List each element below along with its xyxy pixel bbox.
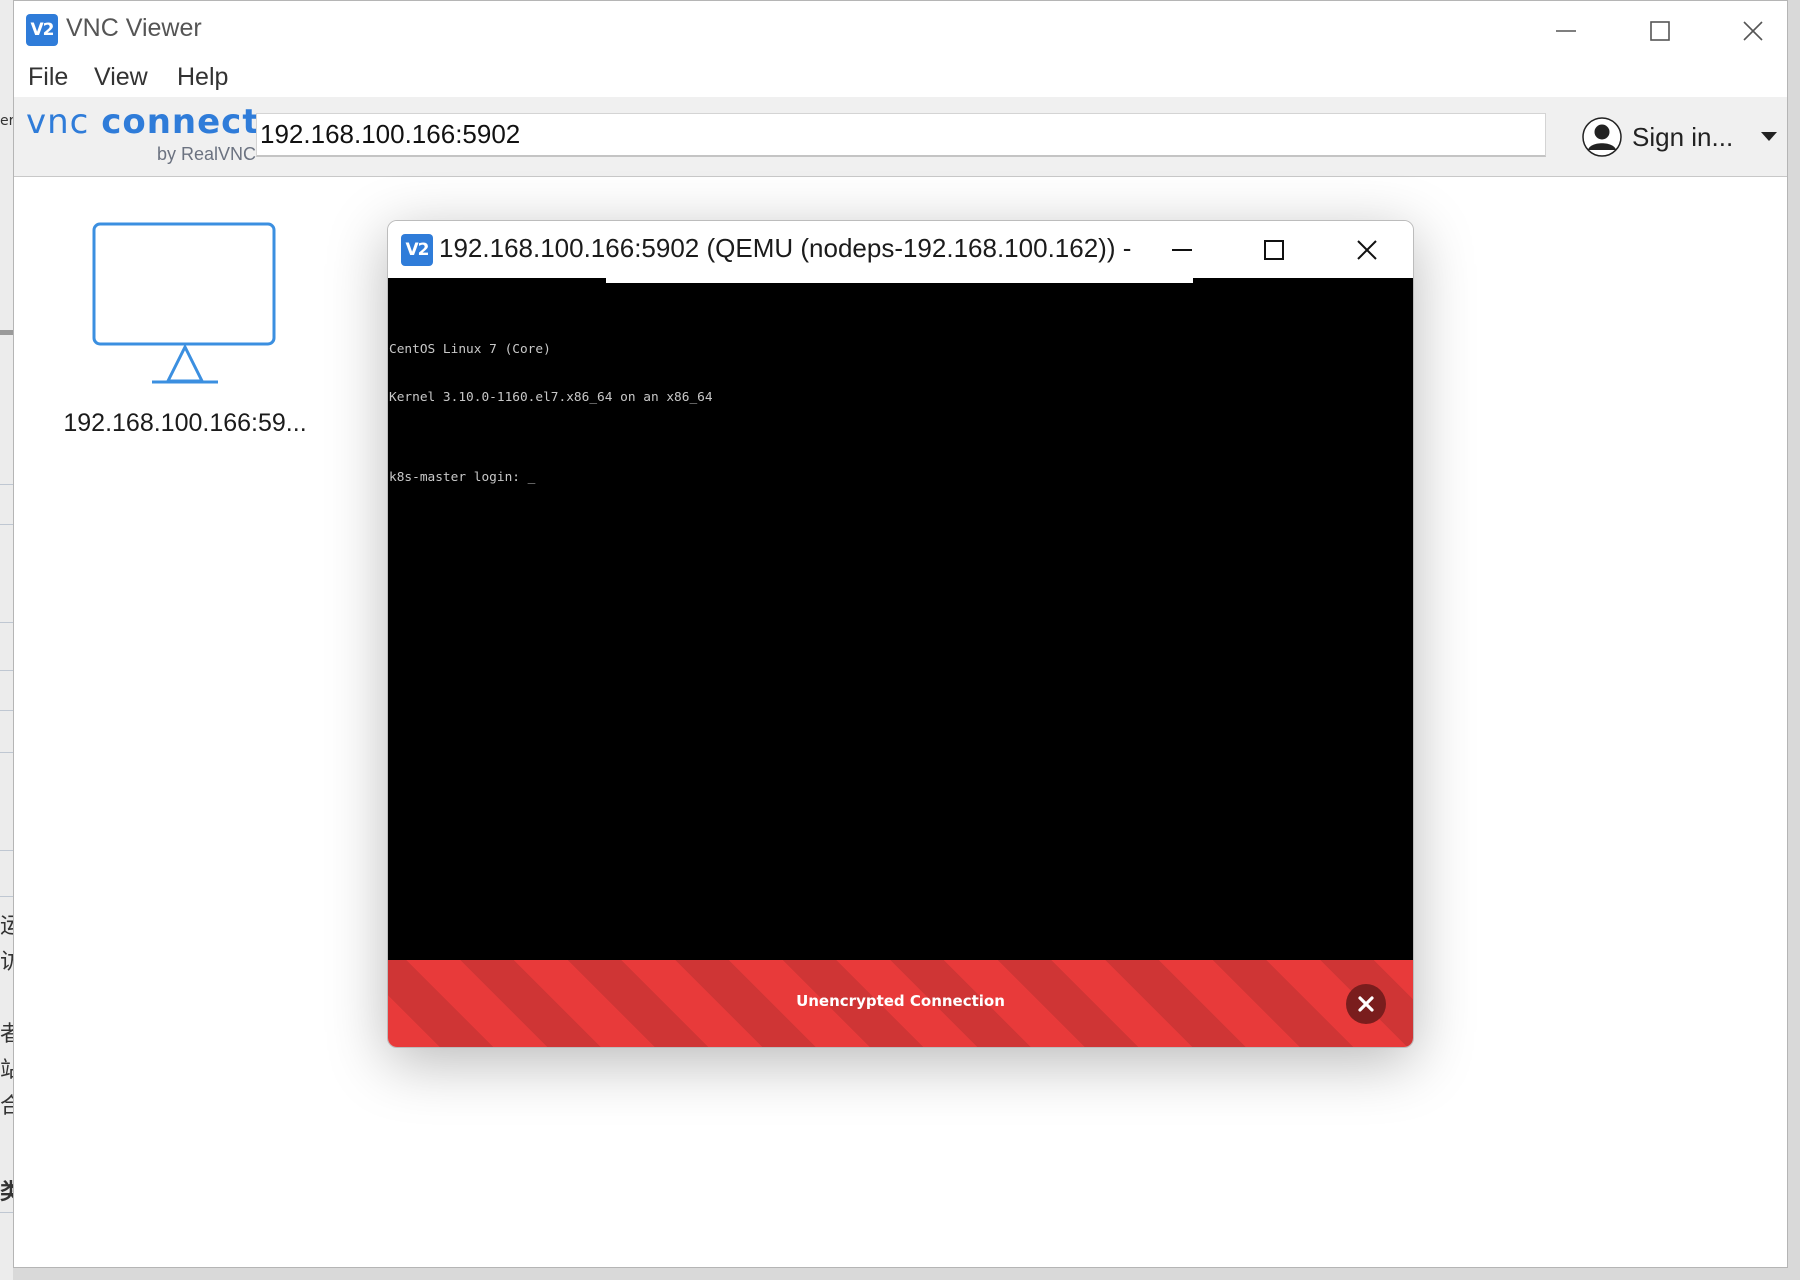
background-desktop-strip: ere 运 访 者 站 合 类 — [0, 0, 13, 1280]
remote-toolbar-handle[interactable] — [606, 278, 1193, 283]
console-line: k8s-master login: _ — [389, 470, 536, 485]
background-text: 运 — [0, 914, 13, 939]
brand-byline: by RealVNC — [156, 144, 256, 164]
minimize-icon — [1556, 30, 1576, 32]
close-icon — [1357, 240, 1377, 260]
background-divider — [0, 330, 13, 335]
maximize-icon — [1264, 240, 1284, 260]
background-text: 站 — [0, 1058, 13, 1083]
maximize-button[interactable] — [1624, 9, 1696, 53]
console-line: CentOS Linux 7 (Core) — [389, 342, 551, 357]
toolbar: vnc connect by RealVNC Sign in... — [14, 97, 1787, 177]
monitor-icon — [92, 222, 276, 384]
brand-wordmark-part: connect — [101, 102, 260, 142]
background-text: ere — [0, 113, 13, 129]
minimize-icon — [1172, 249, 1192, 251]
address-input[interactable] — [256, 113, 1546, 157]
background-divider — [0, 710, 13, 711]
sign-in-button[interactable]: Sign in... — [1582, 113, 1782, 161]
maximize-icon — [1650, 21, 1670, 41]
console-line: Kernel 3.10.0-1160.el7.x86_64 on an x86_… — [389, 390, 713, 405]
menubar: File View Help — [14, 57, 1787, 99]
background-text: 者 — [0, 1022, 13, 1047]
brand-wordmark: vnc connect — [26, 102, 260, 142]
vnc-session-window: V2 192.168.100.166:5902 (QEMU (nodeps-19… — [387, 220, 1414, 1048]
session-title: 192.168.100.166:5902 (QEMU (nodeps-192.1… — [439, 233, 1139, 263]
background-text: 类 — [0, 1180, 13, 1205]
background-divider — [0, 850, 13, 851]
minimize-button[interactable] — [1530, 9, 1602, 53]
background-divider — [0, 752, 13, 753]
unencrypted-warning-banner: Unencrypted Connection — [388, 960, 1413, 1047]
session-titlebar[interactable]: V2 192.168.100.166:5902 (QEMU (nodeps-19… — [388, 221, 1413, 278]
close-button[interactable] — [1717, 9, 1787, 53]
menu-view[interactable]: View — [94, 63, 148, 92]
vnc-logo-icon: V2 — [26, 14, 58, 46]
session-minimize-button[interactable] — [1142, 227, 1222, 273]
connection-label: 192.168.100.166:59... — [63, 409, 307, 437]
close-icon — [1358, 996, 1374, 1012]
banner-text: Unencrypted Connection — [796, 992, 1005, 1010]
session-close-button[interactable] — [1327, 227, 1407, 273]
background-divider — [0, 484, 13, 485]
dismiss-banner-button[interactable] — [1346, 984, 1386, 1024]
background-divider — [0, 622, 13, 623]
background-divider — [0, 1212, 13, 1213]
close-icon — [1743, 21, 1763, 41]
background-divider — [0, 670, 13, 671]
window-title: VNC Viewer — [66, 14, 202, 42]
vnc-connect-logo: vnc connect by RealVNC — [26, 102, 259, 170]
session-maximize-button[interactable] — [1234, 227, 1314, 273]
remote-console-screen[interactable]: CentOS Linux 7 (Core) Kernel 3.10.0-1160… — [388, 278, 1413, 960]
background-divider — [0, 896, 13, 897]
background-text: 访 — [0, 950, 13, 975]
background-text: 合 — [0, 1094, 13, 1119]
menu-file[interactable]: File — [28, 63, 68, 92]
sign-in-label: Sign in... — [1632, 121, 1734, 152]
brand-wordmark-part: vnc — [26, 102, 90, 142]
titlebar[interactable]: V2 VNC Viewer — [14, 1, 1787, 57]
connection-tile[interactable]: 192.168.100.166:59... — [54, 221, 316, 451]
vnc-logo-icon: V2 — [401, 234, 433, 266]
menu-help[interactable]: Help — [177, 63, 228, 92]
user-avatar-icon — [1582, 117, 1622, 157]
background-divider — [0, 524, 13, 525]
chevron-down-icon[interactable] — [1761, 132, 1778, 142]
